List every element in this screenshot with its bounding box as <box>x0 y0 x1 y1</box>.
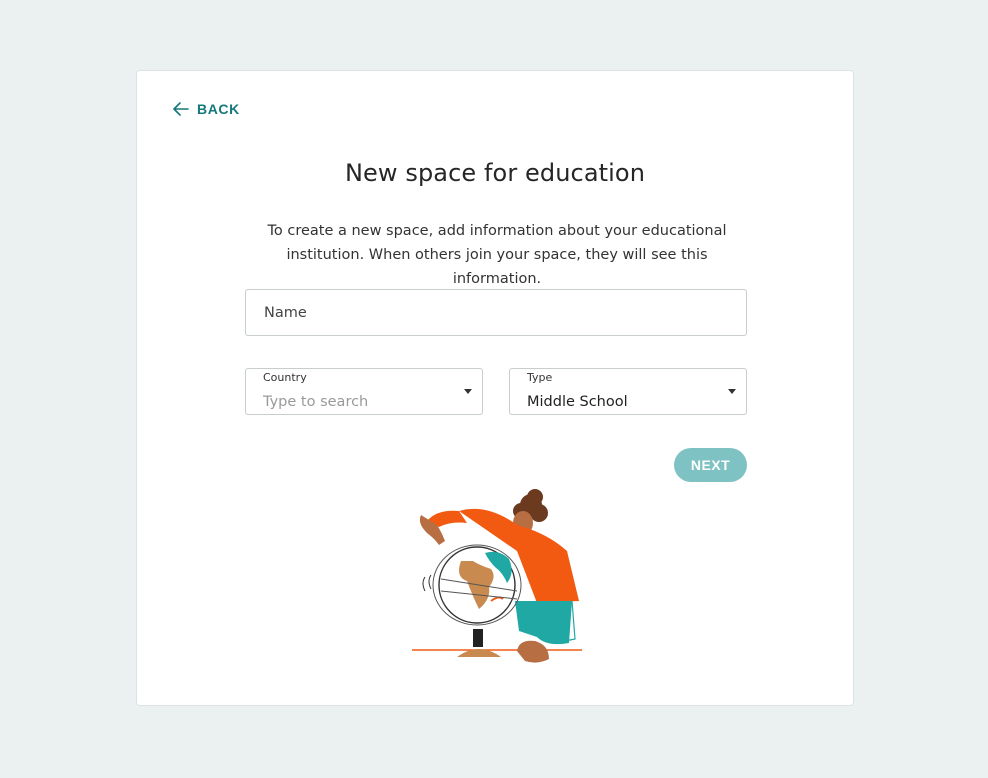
type-value: Middle School <box>527 394 628 410</box>
arrow-left-icon <box>173 102 189 116</box>
type-select[interactable]: Type Middle School <box>509 368 747 415</box>
chevron-down-icon <box>728 389 736 394</box>
country-placeholder: Type to search <box>263 394 369 410</box>
chevron-down-icon <box>464 389 472 394</box>
name-placeholder: Name <box>264 304 307 321</box>
back-button[interactable]: BACK <box>173 101 240 117</box>
type-label: Type <box>527 371 553 384</box>
country-label: Country <box>263 371 307 384</box>
name-input[interactable]: Name <box>245 289 747 336</box>
back-label: BACK <box>197 101 240 117</box>
globe-illustration <box>407 481 587 686</box>
page-title: New space for education <box>344 159 646 187</box>
country-select[interactable]: Country Type to search <box>245 368 483 415</box>
page-description: To create a new space, add information a… <box>267 223 727 287</box>
create-space-card: BACK New space for education To create a… <box>136 70 854 706</box>
next-button[interactable]: NEXT <box>674 448 747 482</box>
